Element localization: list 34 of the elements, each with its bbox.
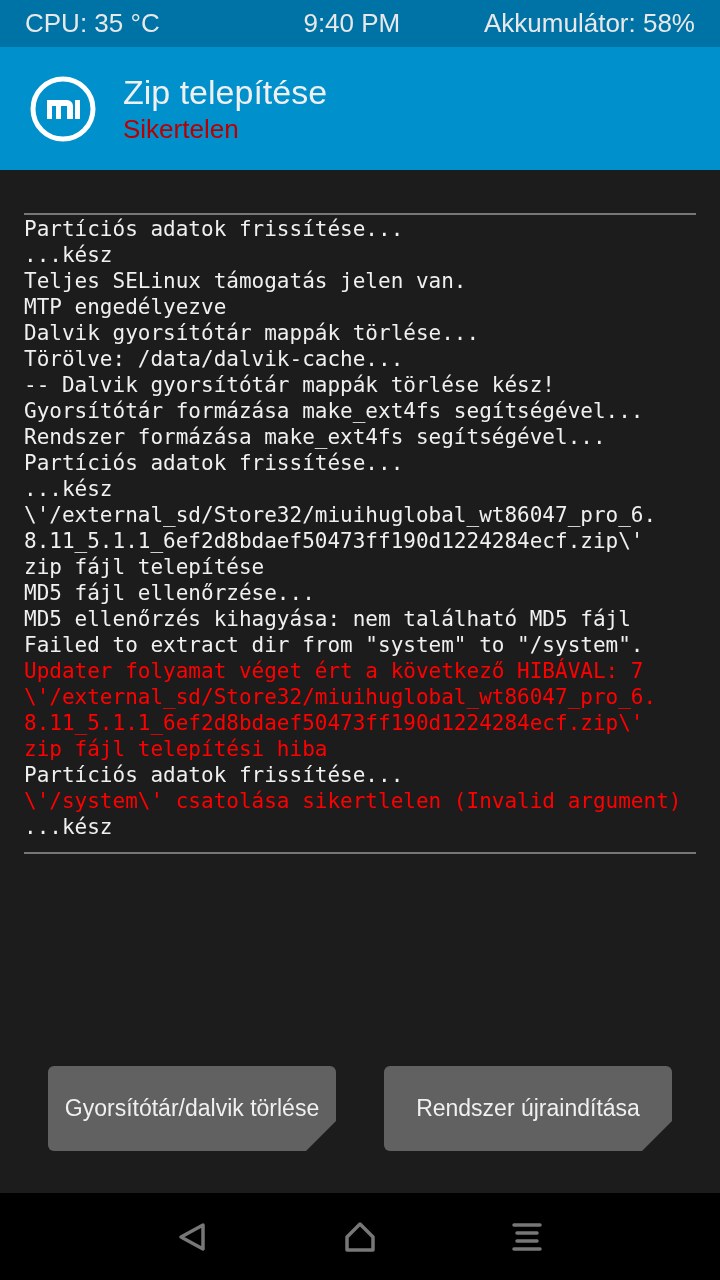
log-line: Rendszer formázása make_ext4fs segítségével...: [24, 424, 607, 450]
log-line: -- Dalvik gyorsítótár mappák törlése kész!: [24, 372, 556, 398]
log-line: MD5 fájl ellenőrzése...: [24, 580, 316, 606]
action-button[interactable]: Gyorsítótár/dalvik törlése: [48, 1066, 336, 1151]
log-line: MTP engedélyezve: [24, 294, 228, 320]
clock: 9:40 PM: [303, 7, 401, 40]
log-line: \'/external_sd/Store32/miuihuglobal_wt86047_pro_6.: [24, 684, 658, 710]
log-line: Failed to extract dir from "system" to "/system".: [24, 632, 645, 658]
cpu-temperature: CPU: 35 °C: [25, 7, 160, 40]
log-line: \'/external_sd/Store32/miuihuglobal_wt86047_pro_6.: [24, 502, 658, 528]
log-line: 8.11_5.1.1_6ef2d8bdaef50473ff190d1224284ecf.zip\': [24, 710, 645, 736]
log-line: Partíciós adatok frissítése...: [24, 450, 405, 476]
log-line: Dalvik gyorsítótár mappák törlése...: [24, 320, 481, 346]
page-title: Zip telepítése: [123, 71, 328, 112]
log-line: ...kész: [24, 242, 114, 268]
log-line: 8.11_5.1.1_6ef2d8bdaef50473ff190d1224284ecf.zip\': [24, 528, 645, 554]
logo-icon: [30, 75, 96, 142]
home-icon[interactable]: [344, 1220, 376, 1253]
menu-icon[interactable]: [510, 1220, 543, 1253]
log-line: ...kész: [24, 814, 114, 840]
install-status: Sikertelen: [123, 112, 240, 146]
log-line: Törölve: /data/dalvik-cache...: [24, 346, 405, 372]
battery-level: Akkumulátor: 58%: [484, 7, 695, 40]
action-button[interactable]: Rendszer újraindítása: [384, 1066, 672, 1151]
log-line: zip fájl telepítése: [24, 554, 266, 580]
log-line: Updater folyamat véget ért a következő HIBÁVAL: 7: [24, 658, 645, 684]
log-line: Gyorsítótár formázása make_ext4fs segítségével...: [24, 398, 645, 424]
log-line: Teljes SELinux támogatás jelen van.: [24, 268, 468, 294]
log-line: \'/system\' csatolása sikertlelen (Invalid argument): [24, 788, 683, 814]
log-line: Partíciós adatok frissítése...: [24, 216, 405, 242]
log-line: Partíciós adatok frissítése...: [24, 762, 405, 788]
log-line: zip fájl telepítési hiba: [24, 736, 329, 762]
log-line: MD5 ellenőrzés kihagyása: nem található MD5 fájl: [24, 606, 632, 632]
log-line: ...kész: [24, 476, 114, 502]
